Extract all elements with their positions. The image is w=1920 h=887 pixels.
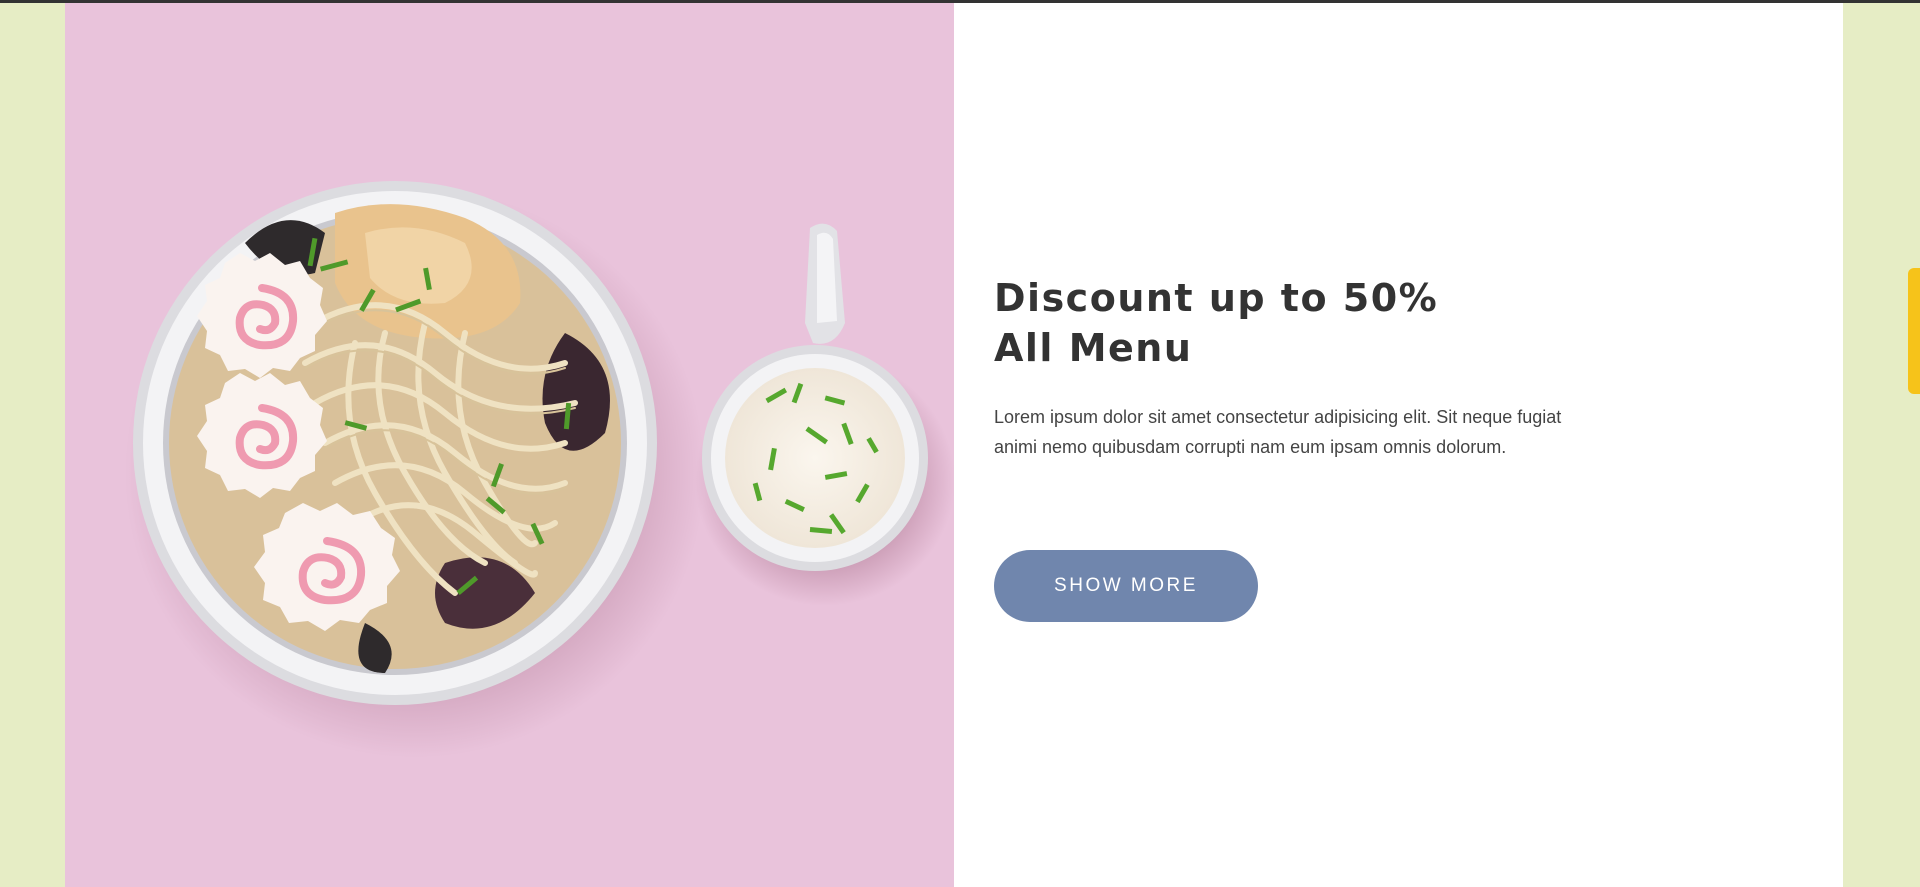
promo-text-panel: Discount up to 50% All Menu Lorem ipsum … xyxy=(954,3,1843,887)
top-border xyxy=(0,0,1920,3)
ramen-illustration xyxy=(125,181,954,758)
page: Discount up to 50% All Menu Lorem ipsum … xyxy=(0,0,1920,887)
promo-heading: Discount up to 50% All Menu xyxy=(994,273,1694,373)
food-photo xyxy=(65,3,954,887)
show-more-button[interactable]: SHOW MORE xyxy=(994,550,1258,622)
promo-heading-line-1: Discount up to 50% xyxy=(994,276,1439,320)
promo-description: Lorem ipsum dolor sit amet consectetur a… xyxy=(994,407,1562,457)
promo-card: Discount up to 50% All Menu Lorem ipsum … xyxy=(65,3,1843,887)
promo-heading-line-2: All Menu xyxy=(994,326,1193,370)
scroll-indicator[interactable] xyxy=(1908,268,1920,394)
